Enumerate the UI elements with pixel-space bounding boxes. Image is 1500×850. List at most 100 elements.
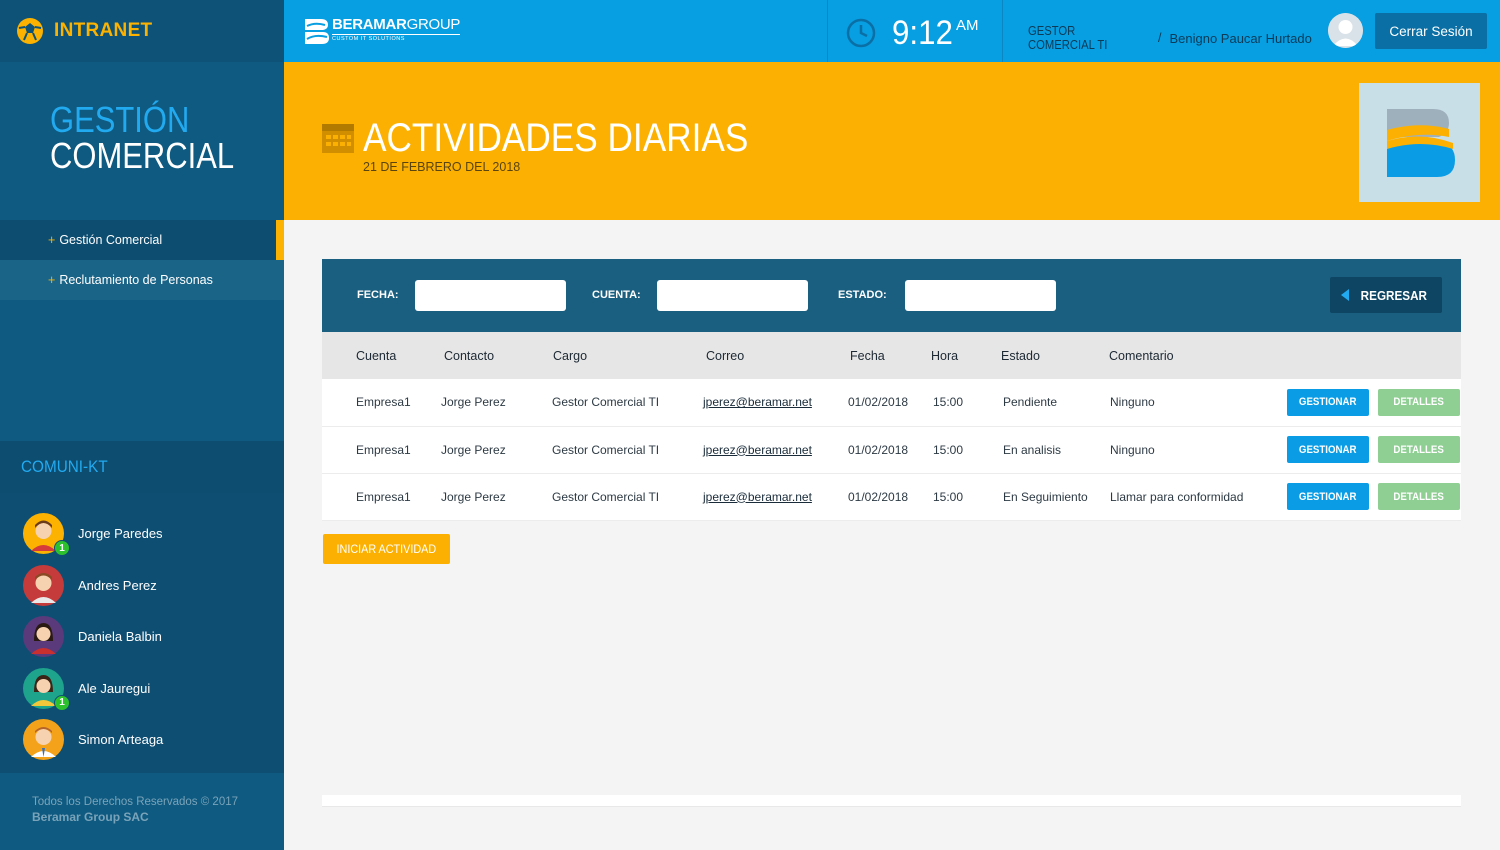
user-info: GESTOR COMERCIAL TI / Benigno Paucar Hur… xyxy=(1028,24,1312,52)
column-header-actions xyxy=(1278,332,1461,379)
cell-estado: En analisis xyxy=(1003,442,1062,457)
clock-icon xyxy=(846,18,876,48)
cuenta-input[interactable] xyxy=(657,280,808,311)
contact-jorge-paredes[interactable]: 1 Jorge Paredes xyxy=(0,508,284,560)
sidebar-item-label: Reclutamiento de Personas xyxy=(59,273,213,287)
company-name: Beramar Group SAC xyxy=(32,810,149,824)
estado-label: ESTADO: xyxy=(838,289,887,301)
contact-daniela-balbin[interactable]: Daniela Balbin xyxy=(0,611,284,663)
column-header-fecha: Fecha xyxy=(850,348,885,363)
detalles-label: DETALLES xyxy=(1393,396,1445,409)
cell-cuenta: Empresa1 xyxy=(356,442,411,457)
activities-table: Cuenta Contacto Cargo Correo Fecha Hora … xyxy=(322,332,1461,521)
gestionar-button[interactable]: GESTIONAR xyxy=(1287,388,1369,416)
back-button[interactable]: REGRESAR xyxy=(1330,277,1442,313)
cell-cuenta: Empresa1 xyxy=(356,489,411,504)
user-avatar-icon xyxy=(23,564,64,606)
cell-hora: 15:00 xyxy=(933,489,964,504)
cell-comentario: Ninguno xyxy=(1110,442,1155,457)
contact-ale-jauregui[interactable]: 1 Ale Jauregui xyxy=(0,663,284,715)
sidebar-item-label: Gestión Comercial xyxy=(59,233,163,247)
clock-time: 9:12 xyxy=(892,14,953,52)
activities-panel: FECHA: CUENTA: ESTADO: REGRESAR Cuenta C… xyxy=(322,259,1461,521)
detalles-button[interactable]: DETALLES xyxy=(1378,388,1460,416)
detalles-button[interactable]: DETALLES xyxy=(1378,483,1460,510)
sidebar-item-reclutamiento[interactable]: + Reclutamiento de Personas xyxy=(0,260,284,300)
separator: / xyxy=(1158,31,1162,45)
section-title-line2: COMERCIAL xyxy=(50,135,235,176)
notification-badge: 1 xyxy=(54,694,70,711)
column-header-hora: Hora xyxy=(931,348,959,363)
logo-bold-text: BERAMAR xyxy=(332,16,407,33)
contact-name: Simon Arteaga xyxy=(78,732,164,748)
beramar-logo-icon xyxy=(305,19,329,44)
intranet-logo-icon xyxy=(17,18,43,44)
cell-comentario: Ninguno xyxy=(1110,395,1155,410)
cell-fecha: 01/02/2018 xyxy=(848,395,909,410)
back-arrow-icon xyxy=(1341,289,1350,301)
divider xyxy=(827,0,828,62)
cell-cargo: Gestor Comercial TI xyxy=(552,395,660,410)
table-row: Empresa1 Jorge Perez Gestor Comercial TI… xyxy=(322,473,1461,520)
notification-badge: 1 xyxy=(54,540,70,557)
gestionar-label: GESTIONAR xyxy=(1299,490,1357,503)
contact-name: Andres Perez xyxy=(78,577,157,593)
contact-list: 1 Jorge Paredes Andres Perez Daniela Bal… xyxy=(0,493,284,773)
estado-input[interactable] xyxy=(905,280,1056,311)
sidebar-footer: Todos los Derechos Reservados © 2017 Ber… xyxy=(0,773,284,850)
page-header: ACTIVIDADES DIARIAS 21 DE FEBRERO DEL 20… xyxy=(284,62,1500,220)
detalles-button[interactable]: DETALLES xyxy=(1378,436,1460,463)
contact-andres-perez[interactable]: Andres Perez xyxy=(0,560,284,612)
avatar: 1 xyxy=(23,667,70,711)
clock-ampm: AM xyxy=(956,17,979,34)
cell-cuenta: Empresa1 xyxy=(356,395,411,410)
cell-correo-link[interactable]: jperez@beramar.net xyxy=(703,490,812,504)
start-activity-button[interactable]: INICIAR ACTIVIDAD xyxy=(323,534,450,564)
sidebar-header: INTRANET xyxy=(0,0,284,62)
cuenta-label: CUENTA: xyxy=(592,289,641,301)
cell-hora: 15:00 xyxy=(933,442,964,457)
contact-name: Ale Jauregui xyxy=(78,680,151,696)
gestionar-button[interactable]: GESTIONAR xyxy=(1287,436,1369,463)
cell-contacto: Jorge Perez xyxy=(441,442,506,457)
avatar xyxy=(23,616,64,658)
gestionar-button[interactable]: GESTIONAR xyxy=(1287,483,1369,510)
fecha-input[interactable] xyxy=(415,280,566,311)
column-header-cuenta: Cuenta xyxy=(356,348,397,363)
brand-emblem xyxy=(1359,83,1480,202)
logo-tagline: CUSTOM IT SOLUTIONS xyxy=(332,34,461,42)
avatar: 1 xyxy=(23,513,70,557)
fecha-label: FECHA: xyxy=(357,289,399,301)
contact-simon-arteaga[interactable]: Simon Arteaga xyxy=(0,714,284,766)
cell-correo-link[interactable]: jperez@beramar.net xyxy=(703,395,812,409)
column-header-comentario: Comentario xyxy=(1109,348,1174,363)
cell-comentario: Llamar para conformidad xyxy=(1110,489,1244,504)
app-brand: INTRANET xyxy=(54,20,153,41)
copyright-text: Todos los Derechos Reservados © 2017 xyxy=(32,796,239,808)
logo-light-text: GROUP xyxy=(406,16,461,33)
contact-name: Jorge Paredes xyxy=(78,526,163,542)
plus-icon: + xyxy=(48,273,56,287)
user-avatar-icon xyxy=(23,719,64,761)
logout-button[interactable]: Cerrar Sesión xyxy=(1375,13,1487,49)
column-header-estado: Estado xyxy=(1001,348,1040,363)
cell-hora: 15:00 xyxy=(933,395,964,410)
column-header-contacto: Contacto xyxy=(444,348,495,363)
page-subtitle: 21 DE FEBRERO DEL 2018 xyxy=(363,160,521,174)
user-avatar[interactable] xyxy=(1328,13,1363,48)
detalles-label: DETALLES xyxy=(1393,490,1445,503)
cell-contacto: Jorge Perez xyxy=(441,489,506,504)
filter-bar: FECHA: CUENTA: ESTADO: REGRESAR xyxy=(322,259,1461,332)
bottom-strip xyxy=(322,795,1461,807)
cell-estado: Pendiente xyxy=(1003,395,1058,410)
cell-fecha: 01/02/2018 xyxy=(848,489,909,504)
table-row: Empresa1 Jorge Perez Gestor Comercial TI… xyxy=(322,379,1461,426)
cell-correo-link[interactable]: jperez@beramar.net xyxy=(703,443,812,457)
table-row: Empresa1 Jorge Perez Gestor Comercial TI… xyxy=(322,426,1461,473)
section-title-line1: GESTIÓN xyxy=(50,99,190,140)
cell-fecha: 01/02/2018 xyxy=(848,442,909,457)
divider xyxy=(1002,0,1003,62)
back-button-label: REGRESAR xyxy=(1360,287,1428,303)
sidebar-item-gestion-comercial[interactable]: + Gestión Comercial xyxy=(0,220,284,260)
column-header-cargo: Cargo xyxy=(553,348,588,363)
